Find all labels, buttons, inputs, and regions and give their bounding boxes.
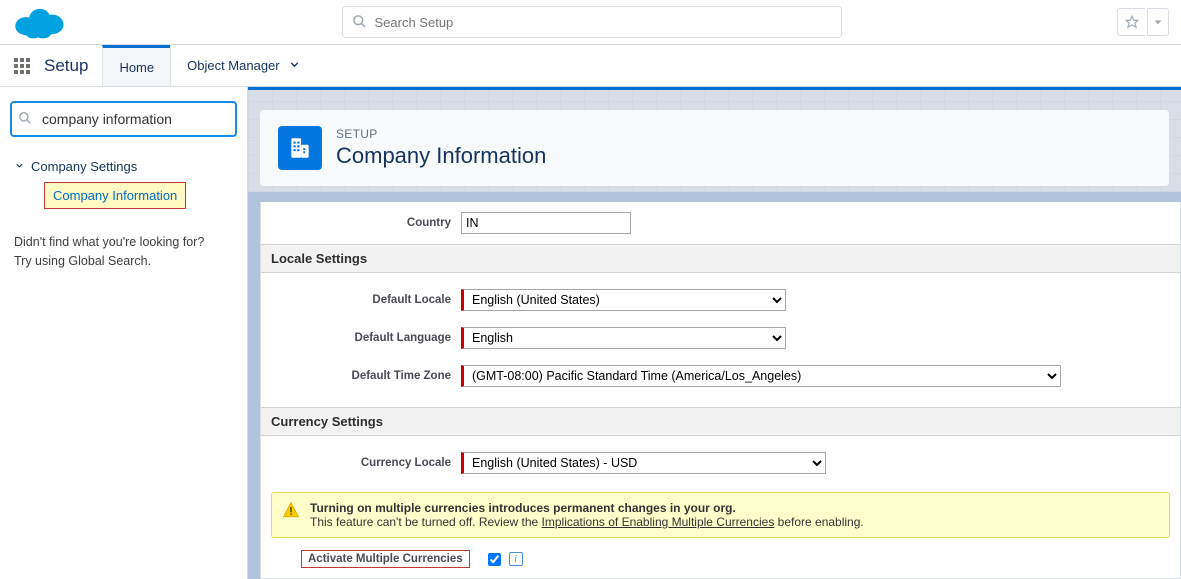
field-currency-locale-label: Currency Locale xyxy=(261,457,461,469)
field-default-timezone-label: Default Time Zone xyxy=(261,370,461,382)
sidebar-help-text: Didn't find what you're looking for? Try… xyxy=(10,223,237,271)
quick-find xyxy=(10,101,237,137)
page-title: Company Information xyxy=(336,143,546,169)
tab-home[interactable]: Home xyxy=(102,45,170,86)
sidebar-help-line2: Try using Global Search. xyxy=(14,252,233,271)
search-icon xyxy=(18,111,32,125)
field-default-language-label: Default Language xyxy=(261,332,461,344)
detail-panel: Country Locale Settings Default Locale E… xyxy=(260,202,1181,579)
header-actions xyxy=(1117,8,1169,36)
warning-line2a: This feature can't be turned off. Review… xyxy=(310,515,542,529)
chevron-down-icon xyxy=(14,160,25,174)
chevron-down-icon xyxy=(288,58,301,74)
warning-line1: Turning on multiple currencies introduce… xyxy=(310,501,736,515)
activate-multiple-currencies-label: Activate Multiple Currencies xyxy=(301,550,470,568)
field-country-row: Country xyxy=(261,202,1180,244)
field-default-locale-label: Default Locale xyxy=(261,294,461,306)
global-header xyxy=(0,0,1181,45)
field-currency-locale-row: Currency Locale English (United States) … xyxy=(261,446,1180,484)
app-launcher[interactable]: Setup xyxy=(0,45,102,86)
app-name: Setup xyxy=(44,56,88,76)
favorites-dropdown[interactable] xyxy=(1147,8,1169,36)
activate-multiple-currencies-checkbox[interactable] xyxy=(488,553,501,566)
field-default-language-select[interactable]: English xyxy=(461,327,786,349)
warning-line2b: before enabling. xyxy=(774,515,863,529)
section-locale-settings: Locale Settings xyxy=(261,244,1180,273)
section-currency-settings: Currency Settings xyxy=(261,407,1180,436)
field-default-language-row: Default Language English xyxy=(261,321,1180,359)
setup-sidebar: Company Settings Company Information Did… xyxy=(0,87,248,579)
waffle-icon xyxy=(14,58,30,74)
global-search-input[interactable] xyxy=(342,6,842,38)
activate-multiple-currencies-row: Activate Multiple Currencies i xyxy=(261,546,1180,578)
tab-home-label: Home xyxy=(119,60,154,75)
page-header: SETUP Company Information xyxy=(260,110,1169,186)
warning-link[interactable]: Implications of Enabling Multiple Curren… xyxy=(542,515,775,529)
field-default-timezone-row: Default Time Zone (GMT-08:00) Pacific St… xyxy=(261,359,1180,397)
sidebar-help-line1: Didn't find what you're looking for? xyxy=(14,233,233,252)
nav-bar: Setup Home Object Manager xyxy=(0,45,1181,87)
tab-object-manager[interactable]: Object Manager xyxy=(170,45,317,86)
multi-currency-warning: Turning on multiple currencies introduce… xyxy=(271,492,1170,538)
breadcrumb: SETUP xyxy=(336,127,546,141)
content-area: SETUP Company Information Country Locale… xyxy=(248,87,1181,579)
quick-find-input[interactable] xyxy=(10,101,237,137)
sidebar-item-label: Company Information xyxy=(53,188,177,203)
info-icon[interactable]: i xyxy=(509,552,523,566)
search-icon xyxy=(352,14,367,29)
building-icon xyxy=(278,126,322,170)
sidebar-section-company-settings[interactable]: Company Settings xyxy=(14,155,233,178)
tab-object-manager-label: Object Manager xyxy=(187,58,280,73)
salesforce-logo[interactable] xyxy=(12,4,66,40)
field-default-locale-select[interactable]: English (United States) xyxy=(461,289,786,311)
field-currency-locale-select[interactable]: English (United States) - USD xyxy=(461,452,826,474)
field-country-label: Country xyxy=(261,217,461,229)
sidebar-item-company-information[interactable]: Company Information xyxy=(44,182,186,209)
field-default-locale-row: Default Locale English (United States) xyxy=(261,283,1180,321)
warning-icon xyxy=(282,501,300,522)
favorites-button[interactable] xyxy=(1117,8,1145,36)
sidebar-section-label: Company Settings xyxy=(31,159,137,174)
field-country-input[interactable] xyxy=(461,212,631,234)
global-search xyxy=(342,6,842,38)
field-default-timezone-select[interactable]: (GMT-08:00) Pacific Standard Time (Ameri… xyxy=(461,365,1061,387)
